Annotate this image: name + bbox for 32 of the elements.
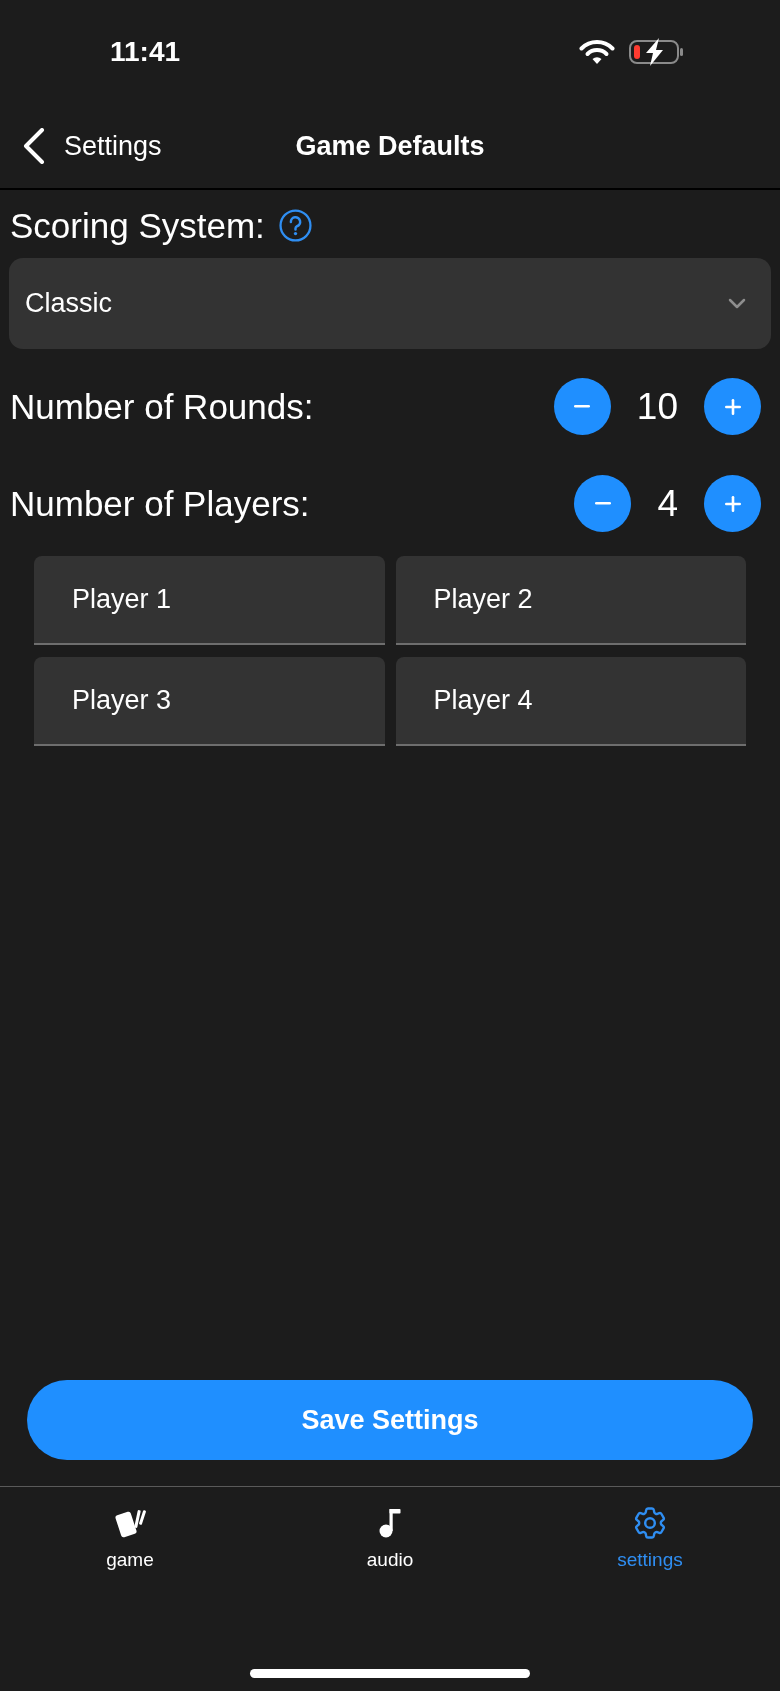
player-name-field[interactable]: Player 1 bbox=[34, 556, 385, 645]
stepper-value: 10 bbox=[636, 388, 678, 425]
stepper-value: 4 bbox=[657, 485, 678, 522]
settings-icon bbox=[633, 1506, 667, 1540]
tab-item[interactable]: audio bbox=[358, 1506, 422, 1572]
wifi-icon bbox=[579, 39, 615, 65]
player-name-field[interactable]: Player 2 bbox=[395, 556, 746, 645]
chevron-down-icon bbox=[728, 298, 746, 309]
decrement-button[interactable] bbox=[553, 378, 611, 435]
plus-icon bbox=[724, 398, 741, 415]
stepper-label: Number of Players: bbox=[10, 486, 310, 521]
minus-icon bbox=[574, 405, 591, 408]
stepper-label: Number of Rounds: bbox=[10, 389, 314, 424]
screen-title: Game Defaults bbox=[295, 132, 485, 160]
tab-item[interactable]: game bbox=[98, 1506, 162, 1572]
decrement-button[interactable] bbox=[574, 475, 632, 532]
cards-icon bbox=[113, 1507, 147, 1539]
status-time: 11:41 bbox=[110, 38, 181, 66]
tab-item[interactable]: settings bbox=[609, 1506, 691, 1572]
plus-icon bbox=[724, 495, 741, 512]
music-note-icon bbox=[378, 1508, 402, 1538]
battery-icon bbox=[629, 38, 685, 66]
chevron-left-icon bbox=[22, 128, 45, 164]
increment-button[interactable] bbox=[704, 475, 761, 532]
scoring-system-label: Scoring System: bbox=[10, 207, 265, 243]
scoring-dropdown[interactable]: Classic bbox=[9, 258, 771, 349]
minus-icon bbox=[594, 502, 611, 505]
player-name-field[interactable]: Player 3 bbox=[34, 657, 385, 746]
player-name-field[interactable]: Player 4 bbox=[395, 657, 746, 746]
help-icon[interactable] bbox=[278, 208, 312, 242]
increment-button[interactable] bbox=[704, 378, 761, 435]
back-button[interactable]: Settings bbox=[22, 128, 162, 164]
